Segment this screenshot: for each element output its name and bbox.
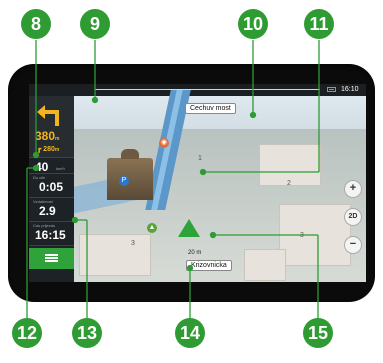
- callout-badge: 15: [303, 318, 333, 348]
- callout-badge: 8: [21, 9, 51, 39]
- callout-badge: 14: [175, 318, 205, 348]
- callout-badge: 11: [304, 9, 334, 39]
- callout-badge: 10: [238, 9, 268, 39]
- callout-badge: 13: [72, 318, 102, 348]
- callout-badge: 9: [80, 9, 110, 39]
- callout-badge: 12: [12, 318, 42, 348]
- callout-lines: [26, 40, 320, 320]
